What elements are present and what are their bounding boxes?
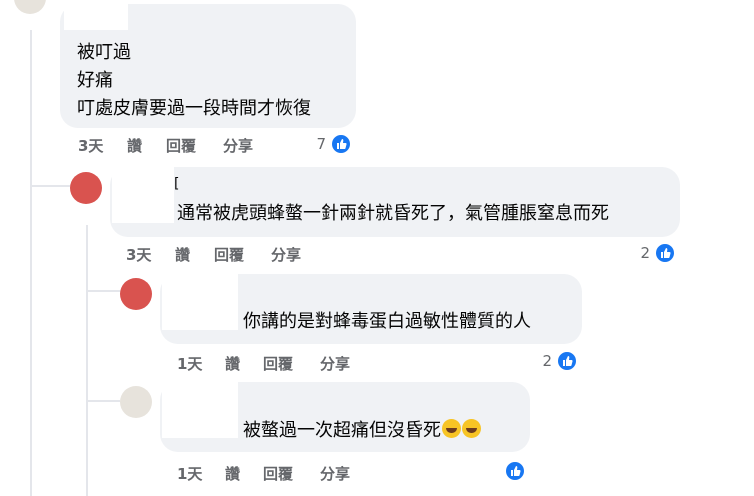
thread-line-sub [86, 225, 88, 496]
reaction-count[interactable] [474, 460, 526, 484]
like-button[interactable]: 讚 [175, 244, 190, 265]
author-name-redacted [112, 167, 174, 223]
author-name-redacted [162, 382, 238, 438]
share-button[interactable]: 分享 [271, 244, 301, 265]
reply-button[interactable]: 回覆 [166, 135, 196, 156]
comment-actions: 3天 讚 回覆 分享 [78, 135, 278, 155]
comment-actions: 3天 讚 回覆 分享 [126, 244, 326, 264]
author-name-redacted [64, 4, 128, 30]
avatar[interactable] [70, 172, 102, 204]
timestamp[interactable]: 3天 [78, 135, 103, 156]
comment-text-line: 好痛 [77, 70, 113, 91]
thumbs-up-icon [330, 133, 352, 155]
share-button[interactable]: 分享 [320, 463, 350, 484]
reply-button[interactable]: 回覆 [214, 244, 244, 265]
comment-text-wrap: 被螫過一次超痛但沒昏死 [243, 416, 481, 446]
thread-line-reply3 [86, 400, 120, 402]
thread-line-reply1 [30, 185, 70, 187]
comment-text-line: 被叮過 [77, 42, 131, 63]
share-button[interactable]: 分享 [223, 135, 253, 156]
like-button[interactable]: 讚 [127, 135, 142, 156]
rolling-on-floor-laughing-emoji [462, 419, 481, 438]
reaction-number: 2 [640, 244, 650, 262]
comment-text-line: 叮處皮膚要過一段時間才恢復 [77, 98, 311, 119]
like-button[interactable]: 讚 [225, 463, 240, 484]
comment-text: 被螫過一次超痛但沒昏死 [243, 420, 441, 441]
avatar[interactable] [120, 278, 152, 310]
share-button[interactable]: 分享 [320, 353, 350, 374]
avatar[interactable] [14, 0, 46, 14]
reply-button[interactable]: 回覆 [263, 353, 293, 374]
comment-actions: 1天 讚 回覆 分享 [177, 353, 377, 373]
comment-actions: 1天 讚 回覆 分享 [177, 463, 377, 483]
reaction-number: 7 [316, 135, 326, 153]
thumbs-up-icon [556, 350, 578, 372]
rolling-on-floor-laughing-emoji [442, 419, 461, 438]
reaction-count[interactable]: 2 [526, 350, 578, 374]
author-name-fragment: [ [174, 176, 180, 192]
avatar[interactable] [120, 386, 152, 418]
reply-button[interactable]: 回覆 [263, 463, 293, 484]
thread-line-reply2 [86, 290, 120, 292]
author-name-redacted [162, 274, 238, 330]
thumbs-up-icon [504, 460, 526, 482]
reaction-count[interactable]: 2 [624, 242, 676, 266]
timestamp[interactable]: 1天 [177, 353, 202, 374]
comment-text: 通常被虎頭蜂螫一針兩針就昏死了，氣管腫脹窒息而死 [177, 203, 609, 224]
timestamp[interactable]: 3天 [126, 244, 151, 265]
reaction-number: 2 [542, 352, 552, 370]
comment-text: 你講的是對蜂毒蛋白過敏性體質的人 [243, 311, 531, 332]
like-button[interactable]: 讚 [225, 353, 240, 374]
thumbs-up-icon [654, 242, 676, 264]
timestamp[interactable]: 1天 [177, 463, 202, 484]
thread-line-main [30, 30, 32, 496]
reaction-count[interactable]: 7 [300, 133, 352, 157]
